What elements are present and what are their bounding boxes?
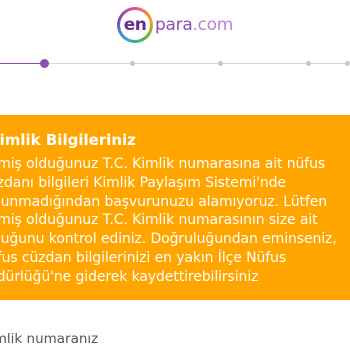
logo-circle-icon: en [117,7,153,43]
alert-message: irmiş olduğunuz T.C. Kimlik numarasına a… [0,155,350,287]
id-number-label: imlik numaranız [0,331,99,347]
header: en para .com [0,0,350,50]
alert-line: ulunmadığından başvurunuzu alamıyoruz. L… [0,193,328,210]
step-progress-fill [0,63,44,64]
alert-line: üzdanı bilgileri Kimlik Paylaşım Sistemi… [0,174,286,191]
enpara-logo[interactable]: en para .com [117,7,233,43]
alert-line: üfus cüzdan bilgilerinizi en yakın İlçe … [0,249,287,266]
step-indicator-3 [217,61,223,66]
logo-para-text: para [155,15,193,35]
logo-en-text: en [123,15,147,35]
alert-line: irmiş olduğunuz T.C. Kimlik numarasının … [0,212,318,229]
logo-com-text: .com [192,15,233,35]
step-indicator-2 [129,61,135,66]
alert-line: üdürlüğü'ne giderek kaydettirebilirsiniz [0,268,259,285]
alert-line: lduğunu kontrol ediniz. Doğruluğundan em… [0,231,337,248]
alert-title: Kimlik Bilgileriniz [0,131,136,149]
alert-line: irmiş olduğunuz T.C. Kimlik numarasına a… [0,156,326,172]
step-progress-bar [0,59,350,68]
step-indicator-4 [305,61,311,66]
step-indicator-5 [345,61,350,66]
warning-alert: Kimlik Bilgileriniz irmiş olduğunuz T.C.… [0,115,350,300]
step-indicator-1 [39,59,49,68]
